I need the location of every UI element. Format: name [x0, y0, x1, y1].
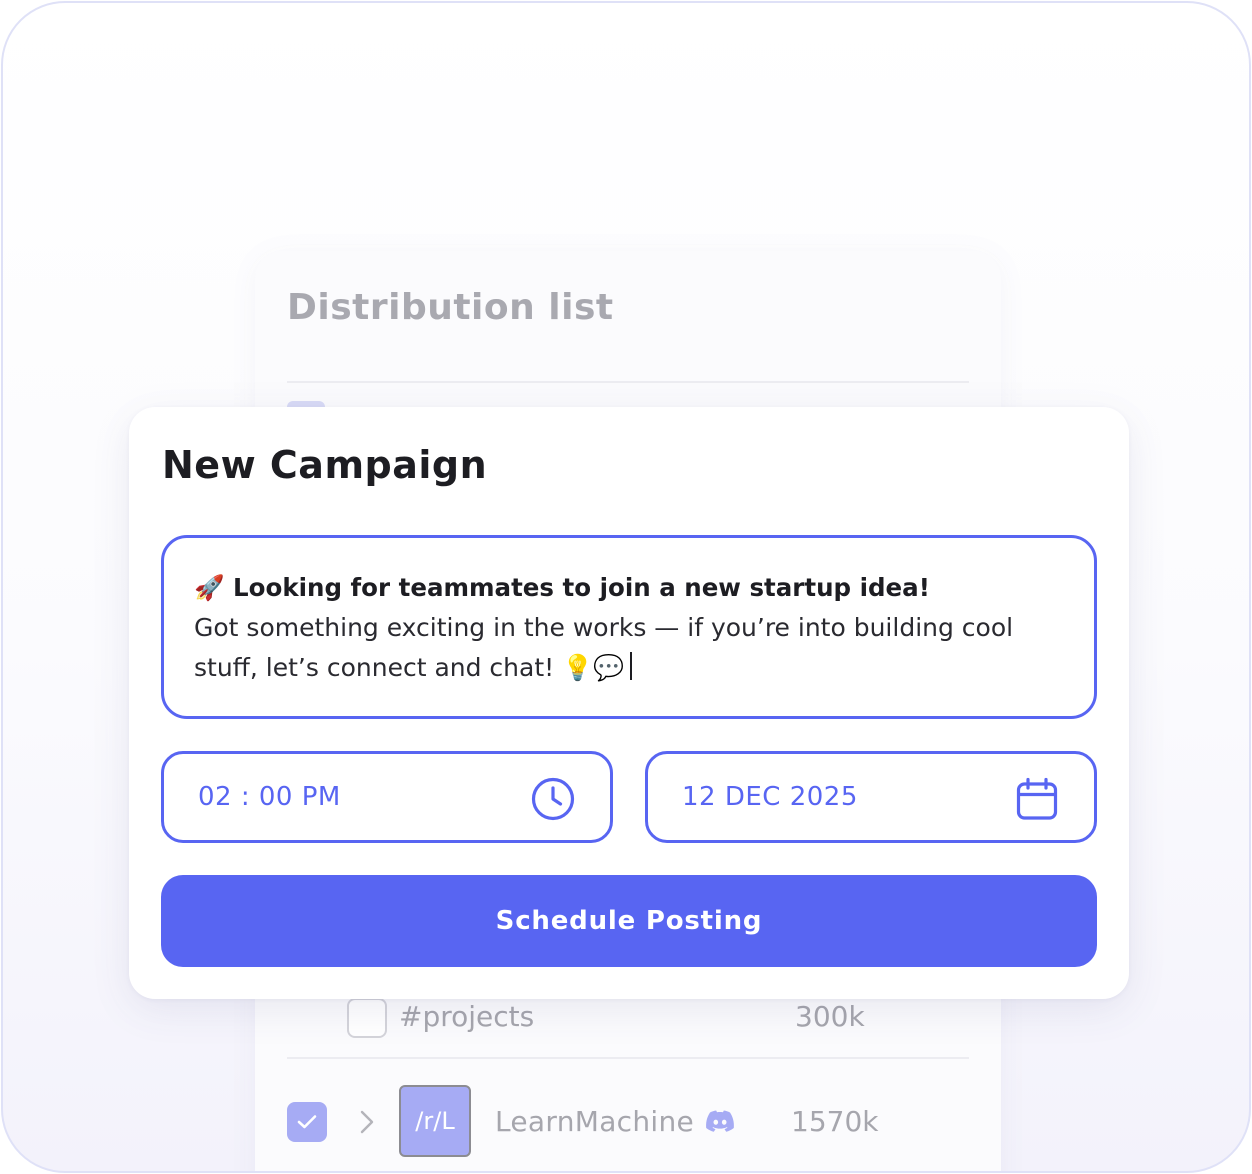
- message-headline: Looking for teammates to join a new star…: [233, 573, 930, 602]
- message-headline-line: 🚀 Looking for teammates to join a new st…: [194, 568, 1066, 608]
- channel-label: #projects: [399, 1000, 535, 1033]
- divider: [287, 1057, 969, 1059]
- campaign-title: New Campaign: [162, 443, 488, 487]
- date-picker[interactable]: 12 DEC 2025: [645, 751, 1097, 843]
- channel-row[interactable]: #projects 300k: [347, 996, 867, 1040]
- chevron-right-icon[interactable]: [357, 1108, 377, 1136]
- clock-icon[interactable]: [530, 776, 576, 822]
- community-row[interactable]: /r/L LearnMachine 1570k: [287, 1085, 887, 1157]
- date-value: 12 DEC 2025: [682, 782, 858, 812]
- community-name: LearnMachine: [495, 1105, 695, 1138]
- message-body: Got something exciting in the works — if…: [194, 613, 1014, 682]
- divider: [287, 381, 969, 383]
- community-avatar: /r/L: [399, 1085, 471, 1157]
- channel-checkbox[interactable]: [347, 998, 387, 1038]
- community-checkbox[interactable]: [287, 1102, 327, 1142]
- message-textarea[interactable]: 🚀 Looking for teammates to join a new st…: [161, 535, 1097, 719]
- time-picker[interactable]: 02 : 00 PM: [161, 751, 613, 843]
- app-frame: Distribution list #projects 300k /r/L Le…: [1, 1, 1251, 1173]
- rocket-icon: 🚀: [194, 573, 225, 602]
- check-icon: [297, 1115, 317, 1129]
- time-value: 02 : 00 PM: [198, 782, 341, 812]
- message-body-line: Got something exciting in the works — if…: [194, 608, 1066, 688]
- text-caret: [630, 652, 633, 680]
- discord-icon: [706, 1110, 734, 1132]
- new-campaign-card: New Campaign 🚀 Looking for teammates to …: [129, 407, 1129, 999]
- calendar-icon[interactable]: [1014, 776, 1060, 822]
- channel-count: 300k: [795, 1000, 865, 1033]
- community-count: 1570k: [791, 1105, 879, 1138]
- distribution-list-title: Distribution list: [287, 287, 614, 328]
- schedule-posting-button[interactable]: Schedule Posting: [161, 875, 1097, 967]
